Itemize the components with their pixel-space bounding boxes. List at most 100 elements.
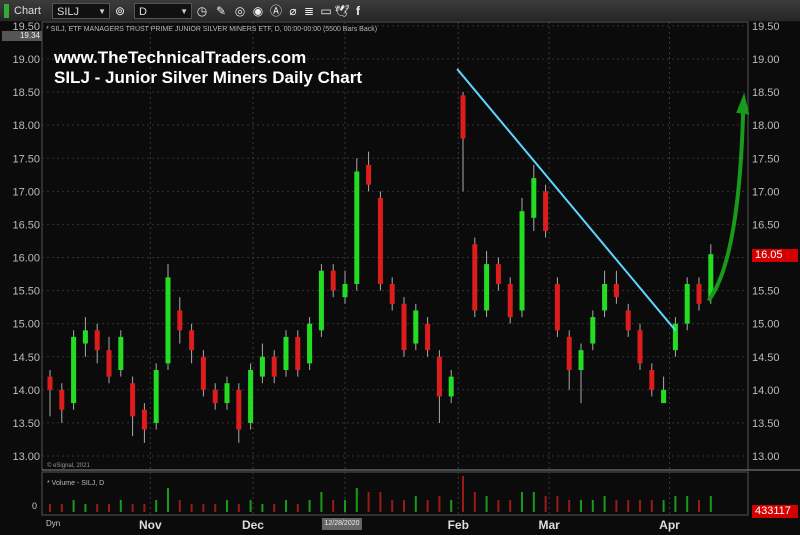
candle-body <box>153 369 159 423</box>
price-tick-label: 19.00 <box>12 54 40 66</box>
price-tick-label: 19.50 <box>752 21 780 33</box>
chart-info: * SILJ, ETF MANAGERS TRUST PRIME JUNIOR … <box>46 26 378 33</box>
volume-bar <box>426 500 429 512</box>
candle-body <box>649 369 655 390</box>
candle-body <box>661 389 667 404</box>
volume-bar <box>509 500 512 512</box>
candle-body <box>531 178 537 218</box>
price-tick-label: 13.50 <box>12 418 40 430</box>
price-tick-label: 17.00 <box>12 186 40 198</box>
volume-bar <box>674 496 677 512</box>
candle-body <box>330 270 336 291</box>
price-tick-label: 16.00 <box>12 253 40 265</box>
volume-bar <box>639 500 641 512</box>
volume-bar <box>84 504 87 512</box>
volume-bar <box>178 500 181 512</box>
volume-label: * Volume - SILJ, D <box>47 480 105 487</box>
candle-body <box>684 283 690 324</box>
volume-bar <box>249 500 252 512</box>
candle-body <box>47 376 53 390</box>
candle-body <box>259 356 265 377</box>
volume-bar <box>60 504 63 512</box>
price-tick-label: 13.00 <box>752 451 780 463</box>
price-tick-label: 18.00 <box>752 120 780 132</box>
chart-title: SILJ - Junior Silver Miners Daily Chart <box>54 68 362 87</box>
volume-bar <box>391 500 394 512</box>
candle-body <box>283 336 289 370</box>
price-tick-label: 13.00 <box>12 451 40 463</box>
candle-body <box>460 95 466 139</box>
volume-bar <box>473 492 476 512</box>
volume-bar <box>273 504 276 512</box>
candle-body <box>130 383 136 417</box>
candle-body <box>602 283 608 311</box>
volume-bar <box>591 500 594 512</box>
price-tick-label: 15.00 <box>12 319 40 331</box>
trendline <box>456 68 677 331</box>
volume-bar <box>261 504 264 512</box>
volume-pane-frame <box>41 471 749 516</box>
price-tick-label: 13.50 <box>752 418 780 430</box>
candle-body <box>413 310 419 344</box>
volume-bar <box>438 496 441 512</box>
volume-zero-label: 0 <box>32 501 38 511</box>
candle-body <box>401 303 407 351</box>
volume-bar <box>96 504 99 512</box>
candle-body <box>507 283 513 318</box>
volume-bar <box>131 504 134 512</box>
volume-bar <box>49 504 51 512</box>
volume-bar <box>709 496 712 512</box>
month-label: Dec <box>242 518 264 532</box>
price-tick-label: 18.50 <box>12 87 40 99</box>
projection-arrow <box>706 108 746 302</box>
volume-bar <box>532 492 535 512</box>
candle-body <box>295 336 301 370</box>
volume-bar <box>556 496 559 512</box>
candle-body <box>366 164 372 185</box>
arrow-head-icon <box>736 92 750 115</box>
volume-bar <box>580 500 582 512</box>
volume-bar <box>202 504 205 512</box>
month-label: Mar <box>538 518 560 532</box>
price-tick-label: 17.00 <box>752 186 780 198</box>
volume-bar <box>167 488 169 512</box>
candle-body <box>625 310 631 331</box>
candle-body <box>495 264 501 284</box>
candle-body <box>59 389 65 410</box>
volume-bar <box>143 504 146 512</box>
dyn-button[interactable]: Dyn <box>46 519 60 528</box>
price-tick-label: 14.50 <box>752 352 780 364</box>
volume-bar <box>379 492 382 512</box>
month-label: Nov <box>139 518 162 532</box>
volume-bar <box>119 500 122 512</box>
price-tick-label: 18.00 <box>12 120 40 132</box>
candle-body <box>200 356 206 390</box>
month-label: Feb <box>448 518 469 532</box>
candle-body <box>613 283 619 298</box>
date-cursor: 12/28/2020 <box>322 518 362 530</box>
volume-bar <box>662 500 665 512</box>
volume-bar <box>237 504 240 512</box>
candle-body <box>165 277 171 364</box>
candle-body <box>578 350 584 370</box>
candle-body <box>94 330 100 351</box>
volume-bar <box>615 500 618 512</box>
volume-bar <box>308 500 311 512</box>
candle-body <box>425 323 431 351</box>
volume-bar <box>226 500 228 512</box>
candle-body <box>212 389 218 404</box>
candle-body <box>82 330 88 344</box>
candle-body <box>318 270 324 331</box>
price-tag: 16.05 <box>752 249 798 262</box>
candle-body <box>354 171 360 284</box>
price-tick-label: 19.00 <box>752 54 780 66</box>
volume-bar <box>497 500 500 512</box>
copyright: © eSignal, 2021 <box>47 463 90 469</box>
volume-bar <box>296 504 299 512</box>
volume-bar <box>332 500 335 512</box>
price-tick-label: 14.00 <box>12 385 40 397</box>
volume-bar <box>214 504 217 512</box>
candle-body <box>696 283 702 304</box>
candle-body <box>342 283 348 298</box>
volume-bar <box>72 500 75 512</box>
